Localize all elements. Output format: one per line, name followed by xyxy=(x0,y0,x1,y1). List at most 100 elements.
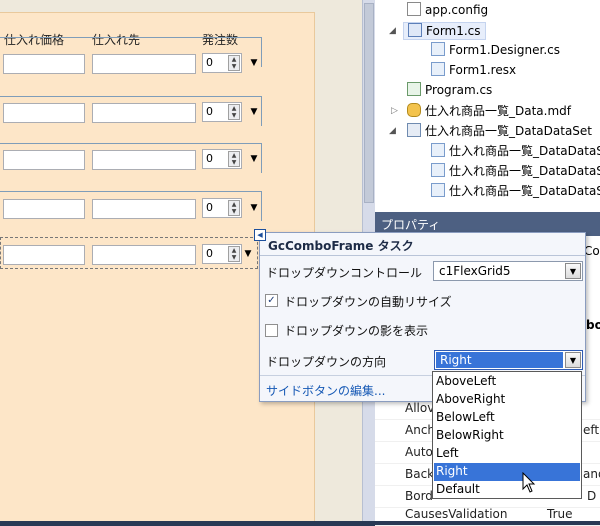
row-divider xyxy=(0,143,262,144)
show-shadow-checkbox[interactable] xyxy=(265,324,278,337)
dropdown-arrow-icon[interactable]: ▼ xyxy=(249,203,259,215)
expand-icon[interactable]: ▷ xyxy=(391,106,398,116)
property-name: Anch xyxy=(405,423,436,437)
price-textbox[interactable] xyxy=(3,150,85,170)
column-header-supplier: 仕入れ先 xyxy=(92,33,141,47)
edit-side-buttons-link[interactable]: サイドボタンの編集... xyxy=(266,382,385,399)
spin-up-icon[interactable]: ▲ xyxy=(229,105,239,112)
tree-item-label: Form1.Designer.cs xyxy=(449,43,560,57)
spin-down-icon[interactable]: ▼ xyxy=(229,112,239,119)
tree-item-form1[interactable]: Form1.cs xyxy=(403,22,486,40)
tree-item-dataset[interactable]: 仕入れ商品一覧_DataDataSet xyxy=(407,122,592,140)
tree-expander[interactable]: ▷ xyxy=(391,102,398,120)
direction-label: ドロップダウンの方向 xyxy=(266,355,387,369)
spin-buttons[interactable]: ▲ ▼ xyxy=(228,55,240,71)
spin-down-icon[interactable]: ▼ xyxy=(229,63,239,70)
tree-item-label: 仕入れ商品一覧_DataDataS xyxy=(449,164,600,178)
smart-tag-glyph-icon[interactable]: ◀ xyxy=(254,229,266,241)
tree-item-form1-designer[interactable]: Form1.Designer.cs xyxy=(431,42,560,60)
direction-option[interactable]: AboveLeft xyxy=(434,373,580,391)
supplier-textbox[interactable] xyxy=(92,150,196,170)
supplier-textbox[interactable] xyxy=(92,199,196,219)
supplier-textbox[interactable] xyxy=(92,54,196,74)
spin-up-icon[interactable]: ▲ xyxy=(229,152,239,159)
order-qty-spinner[interactable]: 0 ▲ ▼ xyxy=(202,244,242,264)
tree-expander[interactable]: ◢ xyxy=(389,122,396,140)
order-qty-spinner[interactable]: 0 ▲ ▼ xyxy=(202,149,242,169)
direction-value: Right xyxy=(436,352,563,368)
supplier-textbox[interactable] xyxy=(92,103,196,123)
order-qty-value: 0 xyxy=(206,201,213,214)
form-icon xyxy=(408,23,422,37)
object-selector-fragment[interactable]: Co xyxy=(584,244,600,258)
tree-item-form1-resx[interactable]: Form1.resx xyxy=(431,62,516,80)
order-qty-spinner[interactable]: 0 ▲ ▼ xyxy=(202,102,242,122)
spin-buttons[interactable]: ▲ ▼ xyxy=(228,246,240,262)
cs-file-icon xyxy=(407,82,421,96)
tree-item-app-config[interactable]: app.config xyxy=(407,2,488,20)
direction-option-highlighted[interactable]: Right xyxy=(434,463,580,481)
config-file-icon xyxy=(407,2,421,16)
dropdown-arrow-icon[interactable]: ▼ xyxy=(243,249,253,261)
order-qty-spinner[interactable]: 0 ▲ ▼ xyxy=(202,198,242,218)
direction-option[interactable]: Default xyxy=(434,481,580,499)
tree-item-dataset-child[interactable]: 仕入れ商品一覧_DataDataS xyxy=(431,182,600,200)
auto-resize-checkbox[interactable]: ✓ xyxy=(265,294,278,307)
dataset-icon xyxy=(407,123,421,137)
price-textbox[interactable] xyxy=(3,103,85,123)
supplier-textbox[interactable] xyxy=(92,245,196,265)
spin-up-icon[interactable]: ▲ xyxy=(229,201,239,208)
spin-down-icon[interactable]: ▼ xyxy=(229,208,239,215)
dropdown-arrow-icon[interactable]: ▼ xyxy=(249,154,259,166)
property-value[interactable]: eft xyxy=(583,423,599,437)
chevron-down-icon[interactable]: ▼ xyxy=(565,263,581,279)
direction-option[interactable]: BelowLeft xyxy=(434,409,580,427)
spin-down-icon[interactable]: ▼ xyxy=(229,159,239,166)
collapse-icon[interactable]: ◢ xyxy=(389,126,396,136)
property-value[interactable]: and xyxy=(583,467,600,481)
chevron-down-icon[interactable]: ▼ xyxy=(565,352,581,368)
spin-buttons[interactable]: ▲ ▼ xyxy=(228,200,240,216)
tree-item-label: 仕入れ商品一覧_DataDataS xyxy=(449,144,600,158)
row-divider xyxy=(261,96,262,126)
category-fragment: bo xyxy=(586,318,600,332)
dropdown-control-value: c1FlexGrid5 xyxy=(439,264,511,278)
spin-buttons[interactable]: ▲ ▼ xyxy=(228,104,240,120)
price-textbox[interactable] xyxy=(3,54,85,74)
row-divider xyxy=(0,191,262,192)
cs-file-icon xyxy=(431,163,445,177)
row-divider xyxy=(261,37,262,67)
direction-combo[interactable]: Right ▼ xyxy=(434,350,583,370)
tree-item-dataset-child[interactable]: 仕入れ商品一覧_DataDataS xyxy=(431,142,600,160)
direction-option[interactable]: BelowRight xyxy=(434,427,580,445)
dropdown-arrow-icon[interactable]: ▼ xyxy=(249,107,259,119)
spin-up-icon[interactable]: ▲ xyxy=(229,247,239,254)
order-qty-spinner[interactable]: 0 ▲ ▼ xyxy=(202,53,242,73)
property-value[interactable]: True xyxy=(547,507,573,521)
auto-resize-label: ドロップダウンの自動リサイズ xyxy=(284,295,452,309)
column-header-order-qty: 発注数 xyxy=(202,33,239,47)
scrollbar-thumb[interactable] xyxy=(364,3,374,203)
tree-item-dataset-child[interactable]: 仕入れ商品一覧_DataDataS xyxy=(431,162,600,180)
spin-buttons[interactable]: ▲ ▼ xyxy=(228,151,240,167)
direction-dropdown-list[interactable]: AboveLeft AboveRight BelowLeft BelowRigh… xyxy=(432,371,582,499)
direction-option[interactable]: AboveRight xyxy=(434,391,580,409)
property-row[interactable]: CausesValidation True xyxy=(375,504,600,526)
spin-down-icon[interactable]: ▼ xyxy=(229,254,239,261)
dropdown-control-combo[interactable]: c1FlexGrid5 ▼ xyxy=(433,261,583,281)
price-textbox[interactable] xyxy=(3,245,85,265)
dropdown-arrow-icon[interactable]: ▼ xyxy=(249,58,259,70)
property-value[interactable]: D xyxy=(587,489,596,503)
column-header-price: 仕入れ価格 xyxy=(4,33,65,47)
cs-file-icon xyxy=(431,183,445,197)
collapse-icon[interactable]: ◢ xyxy=(389,26,396,36)
tree-item-label: app.config xyxy=(425,3,489,17)
tree-item-mdf[interactable]: 仕入れ商品一覧_Data.mdf xyxy=(407,102,571,120)
property-name: Bord xyxy=(405,489,433,503)
price-textbox[interactable] xyxy=(3,199,85,219)
direction-option[interactable]: Left xyxy=(434,445,580,463)
resx-file-icon xyxy=(431,62,445,76)
tree-item-program[interactable]: Program.cs xyxy=(407,82,492,100)
spin-up-icon[interactable]: ▲ xyxy=(229,56,239,63)
tree-expander[interactable]: ◢ xyxy=(389,22,396,40)
